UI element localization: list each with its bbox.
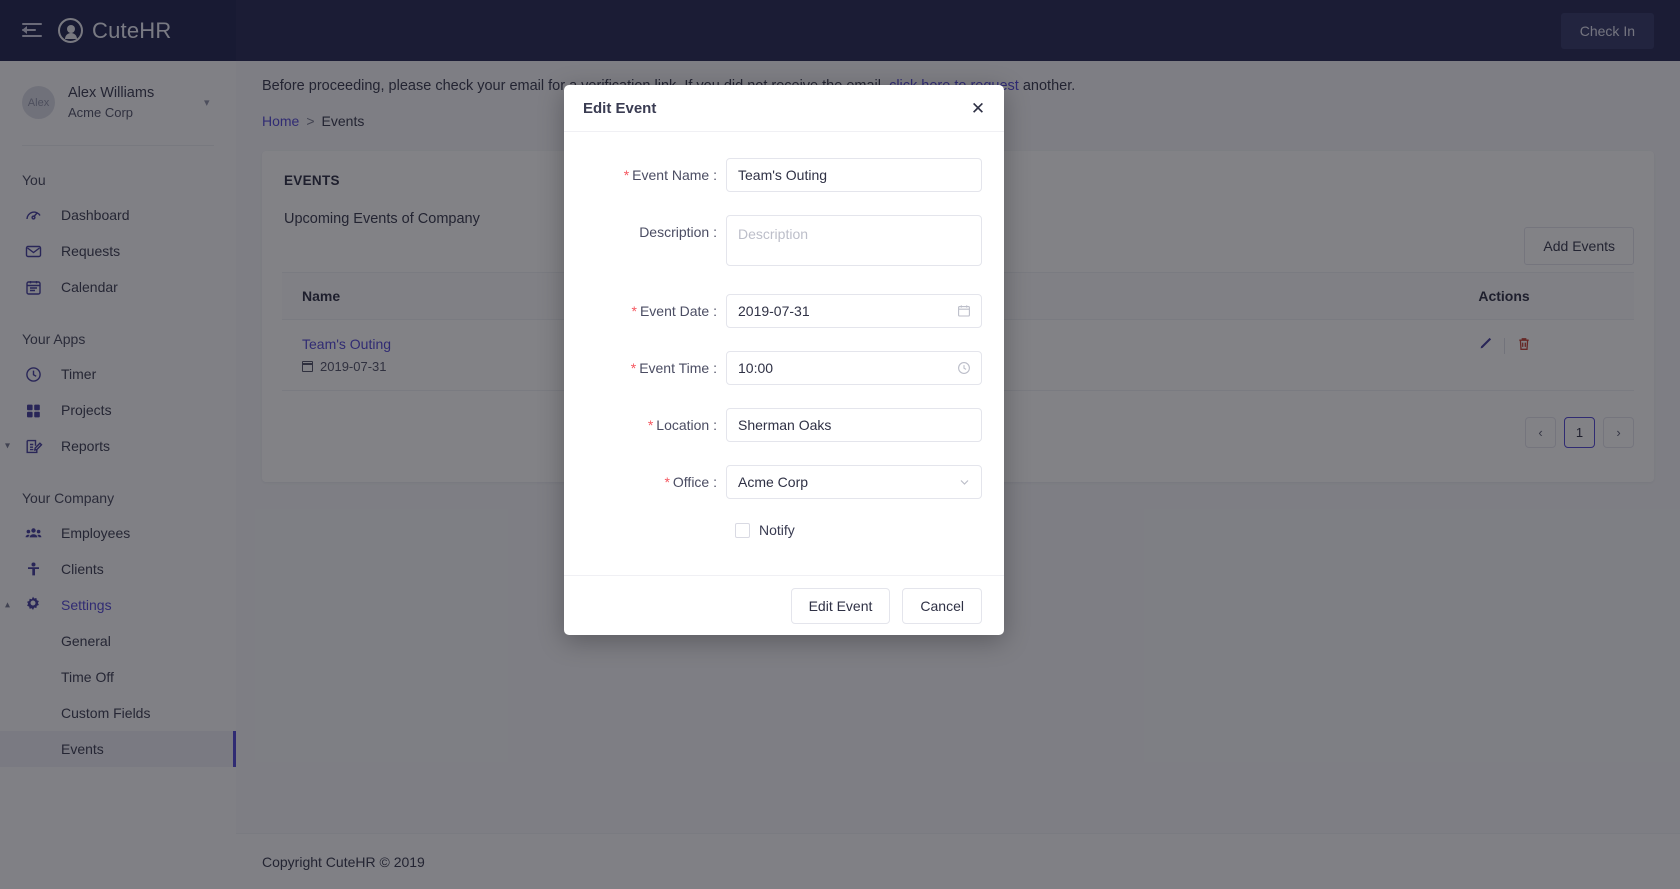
office-select[interactable]: Acme Corp [726, 465, 982, 499]
notify-checkbox[interactable] [735, 522, 750, 538]
field-control [726, 294, 982, 328]
modal-header: Edit Event ✕ [564, 85, 1004, 132]
description-textarea[interactable] [726, 215, 982, 266]
field-control: Acme Corp [726, 465, 982, 499]
field-label: * Location : [586, 408, 726, 433]
notify-label[interactable]: Notify [759, 522, 795, 538]
field-control [726, 408, 982, 442]
app-root: CuteHR Check In Alex Alex Williams Acme … [0, 0, 1680, 889]
modal-title: Edit Event [583, 99, 657, 117]
label-colon: : [709, 417, 717, 433]
field-control [726, 215, 982, 271]
label-colon: : [709, 167, 717, 183]
required-asterisk: * [623, 167, 630, 183]
event-time-input[interactable] [726, 351, 982, 385]
field-label: * Event Date : [586, 294, 726, 319]
edit-event-button[interactable]: Edit Event [790, 587, 891, 624]
cancel-button[interactable]: Cancel [902, 587, 982, 624]
field-notify: Notify [586, 522, 982, 538]
required-asterisk: * [647, 417, 654, 433]
field-event-date: * Event Date : [586, 294, 982, 328]
required-asterisk: * [664, 474, 670, 490]
location-input[interactable] [726, 408, 982, 442]
event-date-input[interactable] [726, 294, 982, 328]
label-text: Description [639, 224, 710, 240]
close-icon[interactable]: ✕ [967, 98, 989, 120]
chevron-down-icon [958, 476, 971, 489]
field-label: * Office : [586, 465, 726, 490]
required-asterisk: * [631, 303, 637, 319]
label-text: Event Time [639, 360, 710, 376]
field-location: * Location : [586, 408, 982, 442]
field-office: * Office : Acme Corp [586, 465, 982, 499]
field-label: Description : [586, 215, 726, 240]
field-description: Description : [586, 215, 982, 271]
field-event-time: * Event Time : [586, 351, 982, 385]
field-label: * Event Time : [586, 351, 726, 376]
label-text: Office [672, 474, 710, 490]
modal-body: *Event Name : Description : *Event Date … [564, 132, 1004, 575]
modal-footer: Edit Event Cancel [564, 575, 1004, 635]
required-asterisk: * [630, 360, 637, 376]
label-text: Event Name [632, 167, 710, 183]
field-label: * Event Name : [586, 158, 726, 183]
office-select-value: Acme Corp [738, 474, 809, 490]
label-text: Event Date [639, 303, 710, 319]
edit-event-modal: Edit Event ✕ *Event Name : Description : [564, 85, 1004, 635]
field-control [726, 351, 982, 385]
field-control [726, 158, 982, 192]
field-event-name: * Event Name : [586, 158, 982, 192]
event-name-input[interactable] [726, 158, 982, 192]
label-colon: : [709, 303, 717, 319]
label-colon: : [709, 360, 717, 376]
label-colon: : [709, 224, 717, 240]
label-colon: : [709, 474, 717, 490]
label-text: Location [656, 417, 710, 433]
